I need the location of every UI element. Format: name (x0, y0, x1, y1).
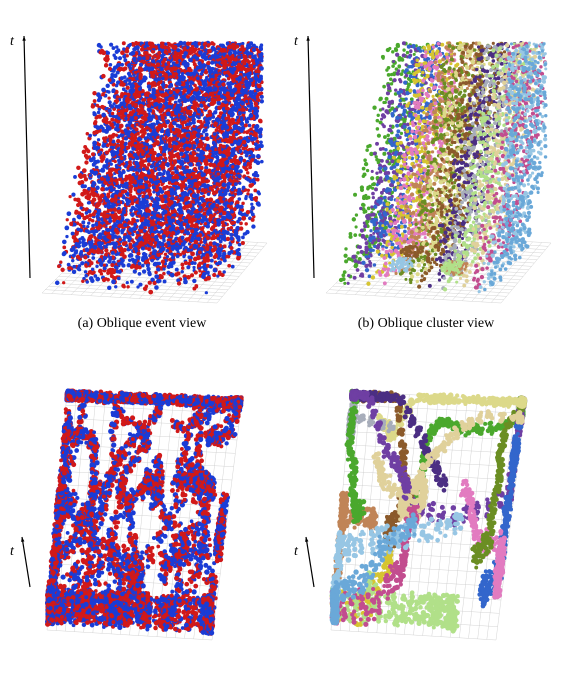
panel-c: t (12, 342, 272, 642)
caption-a: (a) Oblique event view (12, 316, 272, 332)
panel-a: t (12, 18, 272, 308)
panel-b-svg (296, 18, 556, 308)
t-axis-label: t (294, 544, 298, 560)
top-row: t t (0, 0, 568, 308)
figure-2x2: t t (a) Oblique event view (b) Oblique c… (0, 0, 568, 688)
t-axis-label: t (294, 34, 298, 50)
panel-d: t (296, 342, 556, 642)
panel-b: t (296, 18, 556, 308)
t-axis-label: t (10, 544, 14, 560)
caption-row: (a) Oblique event view (b) Oblique clust… (0, 316, 568, 332)
t-axis-label: t (10, 34, 14, 50)
panel-d-svg (296, 342, 556, 642)
caption-b: (b) Oblique cluster view (296, 316, 556, 332)
bottom-row: t t (0, 342, 568, 642)
panel-a-svg (12, 18, 272, 308)
panel-c-svg (12, 342, 272, 642)
